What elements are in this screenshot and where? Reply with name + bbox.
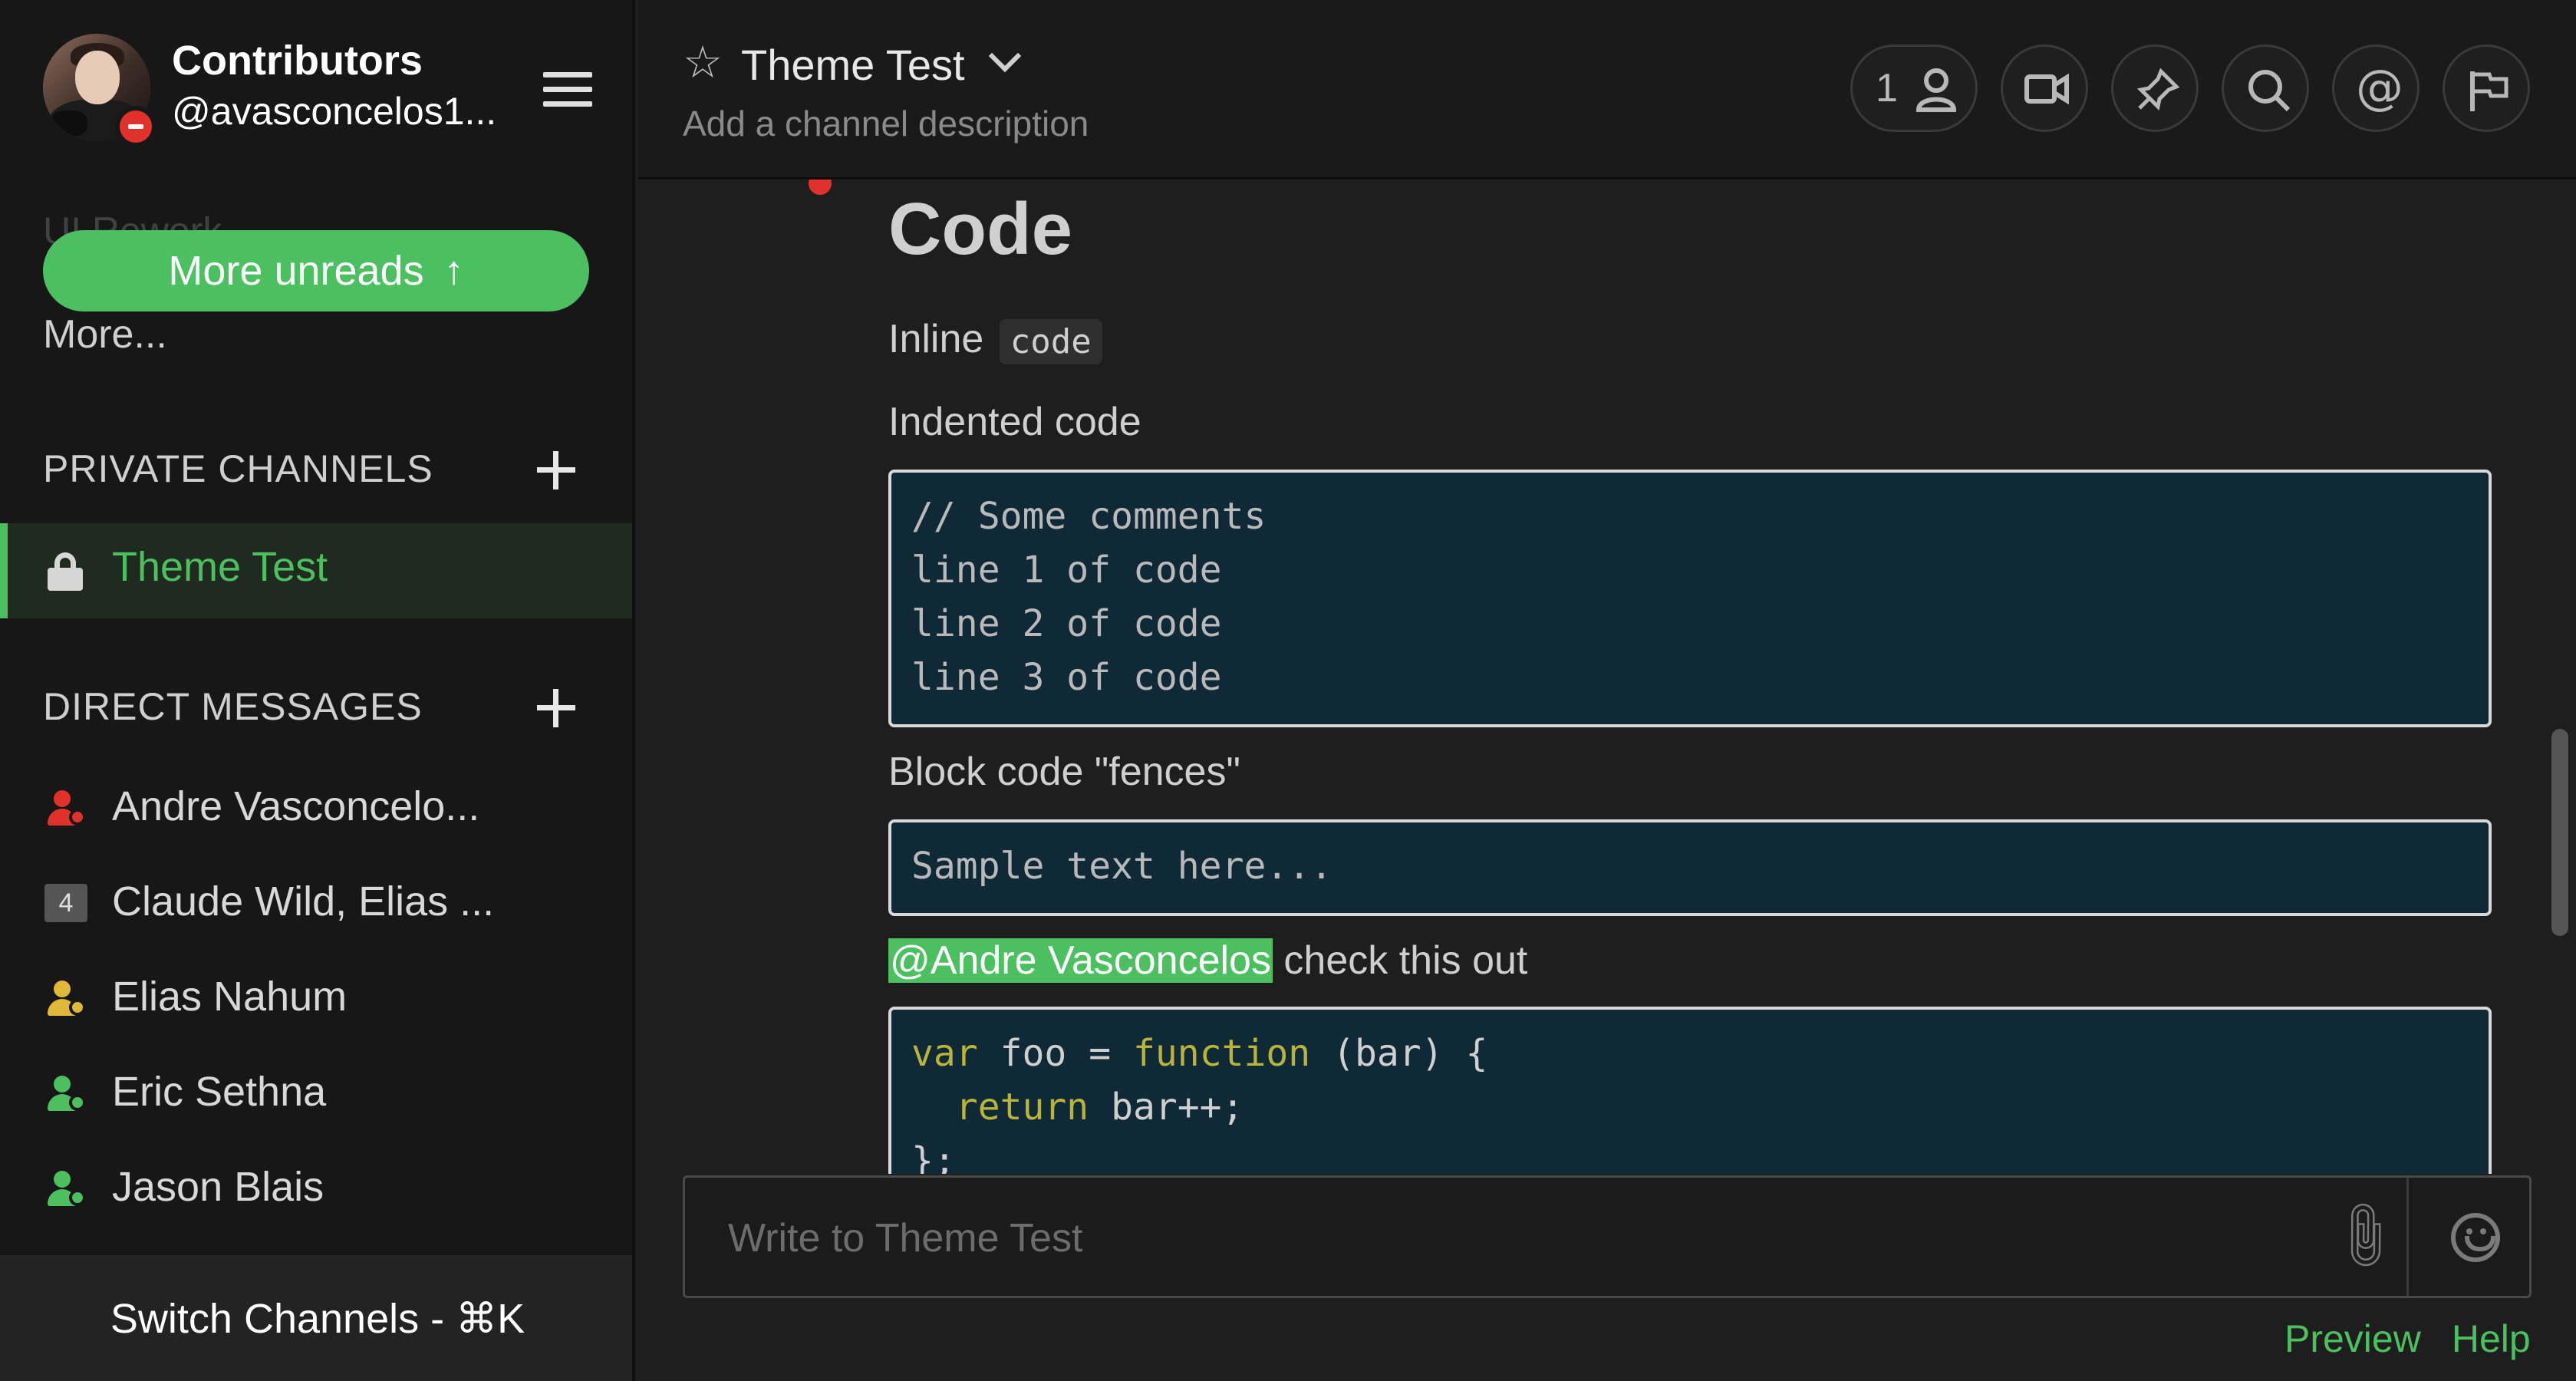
composer-links: Preview Help [2284, 1317, 2531, 1361]
code-text: }; [911, 1139, 956, 1174]
add-private-channel-icon[interactable] [537, 451, 575, 489]
inline-label: Inline [888, 317, 984, 361]
code-line: line 2 of code [911, 602, 1222, 645]
fences-label: Block code "fences" [888, 750, 1240, 794]
more-channels-link[interactable]: More... [43, 311, 167, 358]
emoji-icon[interactable] [2451, 1213, 2500, 1262]
private-channels-header: PRIVATE CHANNELS [43, 447, 433, 490]
inline-code-line: Inline code [888, 316, 1102, 364]
search-button[interactable] [2222, 44, 2309, 132]
user-away-icon [46, 981, 86, 1020]
channel-title[interactable]: Theme Test [741, 40, 965, 90]
unread-indicator [809, 180, 832, 195]
inline-code: code [999, 318, 1102, 364]
user-online-icon [46, 1171, 86, 1211]
team-name: Contributors [172, 38, 423, 84]
chevron-down-icon[interactable] [988, 39, 1022, 73]
flag-icon [2470, 71, 2508, 111]
preview-link[interactable]: Preview [2284, 1317, 2421, 1360]
mentions-button[interactable]: @ [2332, 44, 2420, 132]
switch-channels-button[interactable]: Switch Channels - ⌘K [0, 1255, 632, 1381]
add-direct-message-icon[interactable] [537, 689, 575, 727]
lock-icon [48, 552, 83, 591]
channel-description[interactable]: Add a channel description [683, 103, 1089, 144]
group-count-badge: 4 [44, 884, 87, 922]
search-icon [2248, 70, 2291, 112]
post-heading: Code [888, 188, 1072, 270]
main-panel: ☆ Theme Test Add a channel description 1 [638, 0, 2576, 1381]
member-count: 1 [1876, 66, 1898, 110]
sidebar-item-dm[interactable]: Andre Vasconcelo... [0, 767, 632, 852]
mention-line: @Andre Vasconcelos check this out [888, 938, 1527, 984]
dm-label: Claude Wild, Elias ... [112, 878, 495, 925]
dm-label: Elias Nahum [112, 974, 348, 1020]
code-line: line 1 of code [911, 549, 1222, 592]
code-text: bar++; [1089, 1086, 1244, 1129]
post-list: Code Inline code Indented code // Some c… [638, 180, 2576, 1174]
at-icon: @ [2356, 59, 2403, 115]
sidebar-item-dm[interactable]: 4 Claude Wild, Elias ... [0, 862, 632, 947]
dm-label: Andre Vasconcelo... [112, 783, 480, 829]
mention-highlight[interactable]: @Andre Vasconcelos [888, 938, 1273, 983]
attachment-icon[interactable]: 📎︎ [2322, 1194, 2406, 1278]
sidebar-item-dm[interactable]: Eric Sethna [0, 1053, 632, 1137]
code-line: line 3 of code [911, 656, 1222, 699]
arrow-up-icon: ↑ [443, 249, 464, 293]
pinned-button[interactable] [2111, 44, 2199, 132]
indented-label: Indented code [888, 400, 1141, 444]
code-line: // Some comments [911, 495, 1267, 538]
dnd-status-icon[interactable] [115, 106, 156, 147]
help-link[interactable]: Help [2452, 1317, 2531, 1360]
sidebar-item-dm[interactable]: Elias Nahum [0, 957, 632, 1042]
video-icon [2024, 73, 2069, 105]
more-unreads-label: More unreads [168, 248, 424, 294]
dm-label: Jason Blais [112, 1164, 324, 1210]
sidebar-item-label[interactable]: Theme Test [112, 543, 328, 591]
code-text: foo = [977, 1032, 1133, 1075]
js-code-block: var foo = function (bar) { return bar++;… [888, 1007, 2492, 1174]
sidebar-item-dm[interactable]: Jason Blais [0, 1148, 632, 1232]
hamburger-menu-icon[interactable] [543, 72, 592, 107]
mention-text: check this out [1272, 938, 1528, 983]
flagged-button[interactable] [2443, 44, 2530, 132]
user-online-icon [46, 1076, 86, 1116]
member-icon [1916, 68, 1957, 112]
code-line: Sample text here... [911, 845, 1333, 888]
member-list-button[interactable]: 1 [1850, 44, 1978, 132]
sidebar-header[interactable]: Contributors @avasconcelos1... [0, 0, 632, 181]
direct-messages-header: DIRECT MESSAGES [43, 685, 423, 728]
channel-header: ☆ Theme Test Add a channel description 1 [638, 0, 2576, 180]
fenced-code-block: Sample text here... [888, 819, 2492, 916]
user-dnd-icon [46, 790, 86, 830]
username: @avasconcelos1... [172, 90, 497, 133]
code-keyword: function [1133, 1032, 1311, 1075]
more-unreads-button[interactable]: More unreads ↑ [43, 230, 589, 311]
message-input[interactable] [728, 1213, 2186, 1264]
indented-code-block: // Some comments line 1 of code line 2 o… [888, 470, 2492, 727]
pin-icon [2136, 68, 2179, 111]
code-text: (bar) { [1310, 1032, 1488, 1075]
dm-label: Eric Sethna [112, 1069, 327, 1115]
sidebar: Contributors @avasconcelos1... UI Rework… [0, 0, 635, 1381]
divider [2406, 1178, 2409, 1296]
star-icon[interactable]: ☆ [683, 40, 723, 84]
code-keyword: return [955, 1086, 1089, 1129]
video-call-button[interactable] [2001, 44, 2088, 132]
message-composer: 📎︎ [683, 1175, 2532, 1298]
code-keyword: var [911, 1032, 978, 1075]
